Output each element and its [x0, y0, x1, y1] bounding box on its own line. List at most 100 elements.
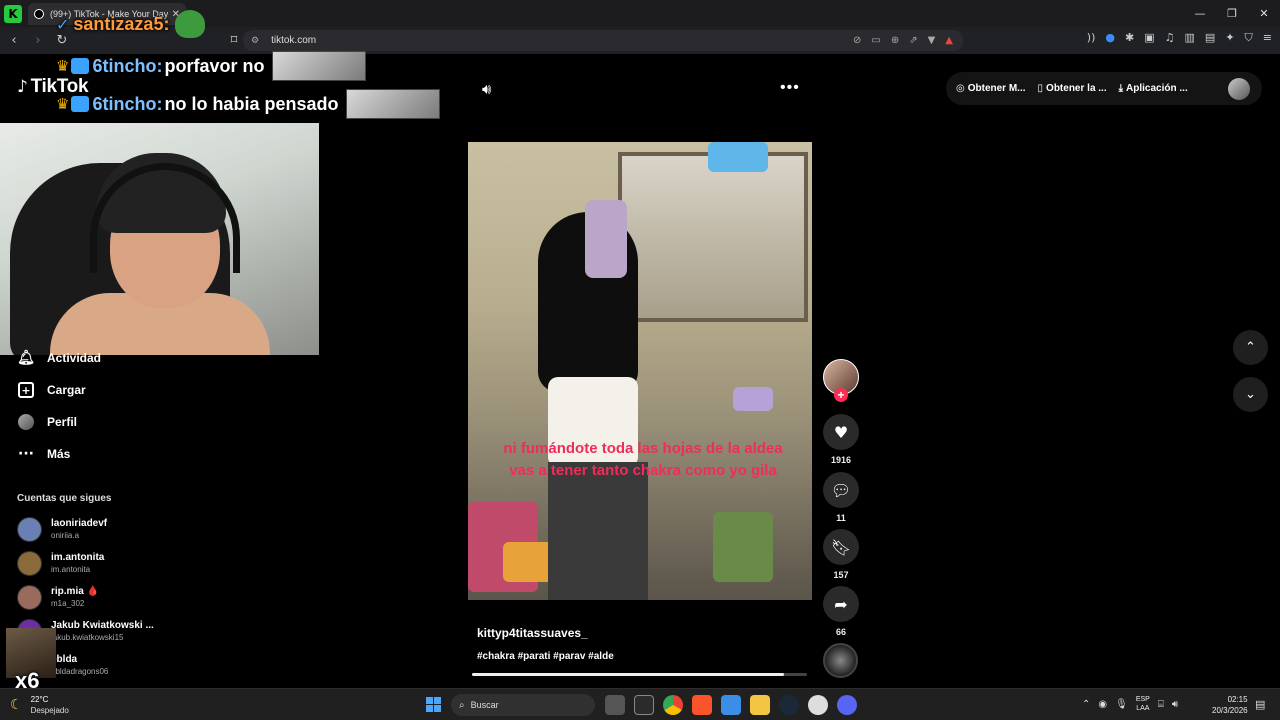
- moon-icon: ☾: [10, 697, 23, 713]
- cast-icon[interactable]: ▭: [871, 35, 880, 46]
- system-tray: ⌃ ◉ 🎙︎ ESP LAA ⌸ 🔊︎: [1082, 695, 1178, 713]
- video-sticker: [733, 387, 773, 411]
- top-actions-bar: ◎ Obtener M... ▯ Obtener la ... ⤓ Aplicació…: [946, 72, 1262, 105]
- sidebar-item-label: Más: [47, 447, 71, 461]
- following-name: Jakub Kwiatkowski ...: [51, 620, 154, 631]
- following-handle: m1a_302: [51, 599, 85, 608]
- get-coins-button[interactable]: ◎ Obtener M...: [956, 83, 1026, 94]
- tray-overflow-icon[interactable]: ⌃: [1082, 699, 1090, 710]
- user-avatar[interactable]: [1228, 77, 1250, 100]
- brave-shield-icon[interactable]: ▼: [928, 35, 936, 46]
- video-sticker: [708, 142, 768, 172]
- microphone-icon[interactable]: 🎙︎: [1115, 699, 1128, 710]
- chevron-up-icon: ⌃: [1245, 340, 1256, 355]
- menu-icon[interactable]: ≡: [1263, 31, 1272, 45]
- discord-icon[interactable]: [837, 695, 857, 715]
- address-bar[interactable]: ⚙ tiktok.com ⊘ ▭ ⊕ ⇗ ▼ ▲: [243, 30, 963, 51]
- music-icon[interactable]: ♫: [1165, 31, 1175, 45]
- app-icon[interactable]: [808, 695, 828, 715]
- forward-icon[interactable]: ›: [28, 31, 48, 51]
- tab-icon[interactable]: ▣: [1144, 31, 1154, 45]
- close-window-button[interactable]: ✕: [1248, 0, 1280, 27]
- music-disc-icon[interactable]: [823, 643, 858, 678]
- sidebar-item-perfil[interactable]: Perfil: [18, 414, 77, 430]
- following-handle: im.antonita: [51, 565, 91, 574]
- sidebar-item-label: Perfil: [47, 415, 78, 429]
- volume-icon[interactable]: 🔊︎: [482, 80, 491, 98]
- sub-badge-icon: [71, 58, 90, 74]
- save-button[interactable]: 🔖︎: [823, 529, 859, 565]
- language-indicator[interactable]: ESP LAA: [1136, 695, 1150, 713]
- chat-username: santizaza5:: [73, 13, 170, 34]
- chevron-down-icon: ⌄: [1245, 387, 1256, 402]
- upload-icon: +: [18, 382, 34, 398]
- following-name: laoniriadevf: [51, 518, 108, 529]
- comment-button[interactable]: 💬︎: [823, 472, 859, 508]
- crown-badge-icon: ♛: [56, 95, 70, 113]
- following-item[interactable]: im.antonita im.antonita: [17, 551, 104, 576]
- next-video-button[interactable]: ⌄: [1233, 377, 1268, 412]
- follow-plus-icon[interactable]: +: [834, 388, 848, 402]
- omnibox-icons: ⊘ ▭ ⊕ ⇗ ▼ ▲: [853, 35, 963, 46]
- share-button[interactable]: ➦: [823, 586, 859, 622]
- desktop-app-button[interactable]: ⤓ Aplicación ...: [1119, 83, 1188, 94]
- epic-games-icon[interactable]: [634, 695, 654, 715]
- wallet-icon[interactable]: ▤: [1205, 31, 1215, 45]
- store-icon[interactable]: [721, 695, 741, 715]
- tray-discord-icon[interactable]: ◉: [1098, 699, 1107, 710]
- bookmark-icon[interactable]: ⌑: [224, 31, 244, 51]
- system-clock[interactable]: 02:15 20/3/2026: [1212, 694, 1248, 716]
- share-icon[interactable]: ⇗: [909, 35, 917, 46]
- video-hashtags[interactable]: #chakra #parati #parav #alde: [477, 651, 614, 662]
- more-options-icon[interactable]: •••: [780, 79, 800, 97]
- get-app-button[interactable]: ▯ Obtener la ...: [1038, 83, 1107, 94]
- video-author[interactable]: kittyp4titassuaves_: [477, 626, 588, 640]
- extensions-icon[interactable]: ✱: [1125, 31, 1134, 45]
- weather-widget[interactable]: ☾ 22°C Despejado: [10, 694, 69, 716]
- previous-video-button[interactable]: ⌃: [1233, 330, 1268, 365]
- minimize-button[interactable]: —: [1184, 0, 1216, 27]
- video-sticker: [713, 512, 773, 582]
- windows-start-icon[interactable]: [426, 697, 441, 712]
- app-logo-icon[interactable]: K: [4, 4, 22, 23]
- sidebar-item-cargar[interactable]: + Cargar: [18, 382, 86, 398]
- sidebar-item-actividad[interactable]: 🔔︎ Actividad: [17, 350, 102, 366]
- sidebar-item-mas[interactable]: ··· Más: [18, 446, 70, 462]
- share-arrow-icon: ➦: [834, 594, 848, 614]
- no-tracking-icon[interactable]: ⊘: [853, 35, 861, 46]
- vpn-icon[interactable]: ●: [1105, 31, 1115, 45]
- brave-icon[interactable]: [692, 695, 712, 715]
- windows-taskbar: ☾ 22°C Despejado ⌕ Buscar ⌃ ◉ 🎙︎ ESP LAA…: [0, 688, 1280, 720]
- audio-icon[interactable]: )): [1087, 31, 1096, 45]
- sidebar-item-label: Actividad: [47, 351, 102, 365]
- maximize-button[interactable]: ❐: [1216, 0, 1248, 27]
- subject-pants: [548, 462, 648, 600]
- like-button[interactable]: ♥: [823, 414, 859, 450]
- chrome-icon[interactable]: [663, 695, 683, 715]
- sidebar-icon[interactable]: ▥: [1185, 31, 1195, 45]
- chat-line-2: ♛ 6tincho: no lo habia pensado: [56, 89, 441, 119]
- site-info-icon[interactable]: ⚙: [251, 36, 259, 46]
- back-icon[interactable]: ‹: [4, 31, 24, 51]
- steam-icon[interactable]: [779, 695, 799, 715]
- volume-tray-icon[interactable]: 🔊︎: [1172, 699, 1178, 710]
- following-handle: jakub.kwiatkowski15: [51, 633, 124, 642]
- following-handle: oniriia.a: [51, 531, 80, 540]
- brave-rewards-icon[interactable]: ▲: [945, 35, 953, 46]
- video-player[interactable]: ni fumándote toda las hojas de la aldea …: [468, 142, 812, 600]
- vpn-shield-icon[interactable]: ⛉: [1245, 31, 1253, 45]
- following-item[interactable]: rip.mia 🩸 m1a_302: [17, 585, 99, 610]
- network-icon[interactable]: ⌸: [1158, 699, 1164, 710]
- taskbar-search[interactable]: ⌕ Buscar: [451, 694, 595, 716]
- file-explorer-icon[interactable]: [750, 695, 770, 715]
- bell-icon: 🔔︎: [17, 350, 35, 366]
- task-view-icon[interactable]: [605, 695, 625, 715]
- verified-check-icon: ✓: [56, 14, 70, 34]
- heart-icon: ♥: [833, 422, 849, 442]
- video-progress-bar[interactable]: [472, 673, 807, 676]
- zoom-icon[interactable]: ⊕: [891, 35, 899, 46]
- leo-icon[interactable]: ✦: [1225, 31, 1234, 45]
- taskbar-apps: [605, 695, 857, 715]
- following-item[interactable]: laoniriadevf oniriia.a: [17, 517, 107, 542]
- notifications-icon[interactable]: ▤: [1255, 698, 1265, 711]
